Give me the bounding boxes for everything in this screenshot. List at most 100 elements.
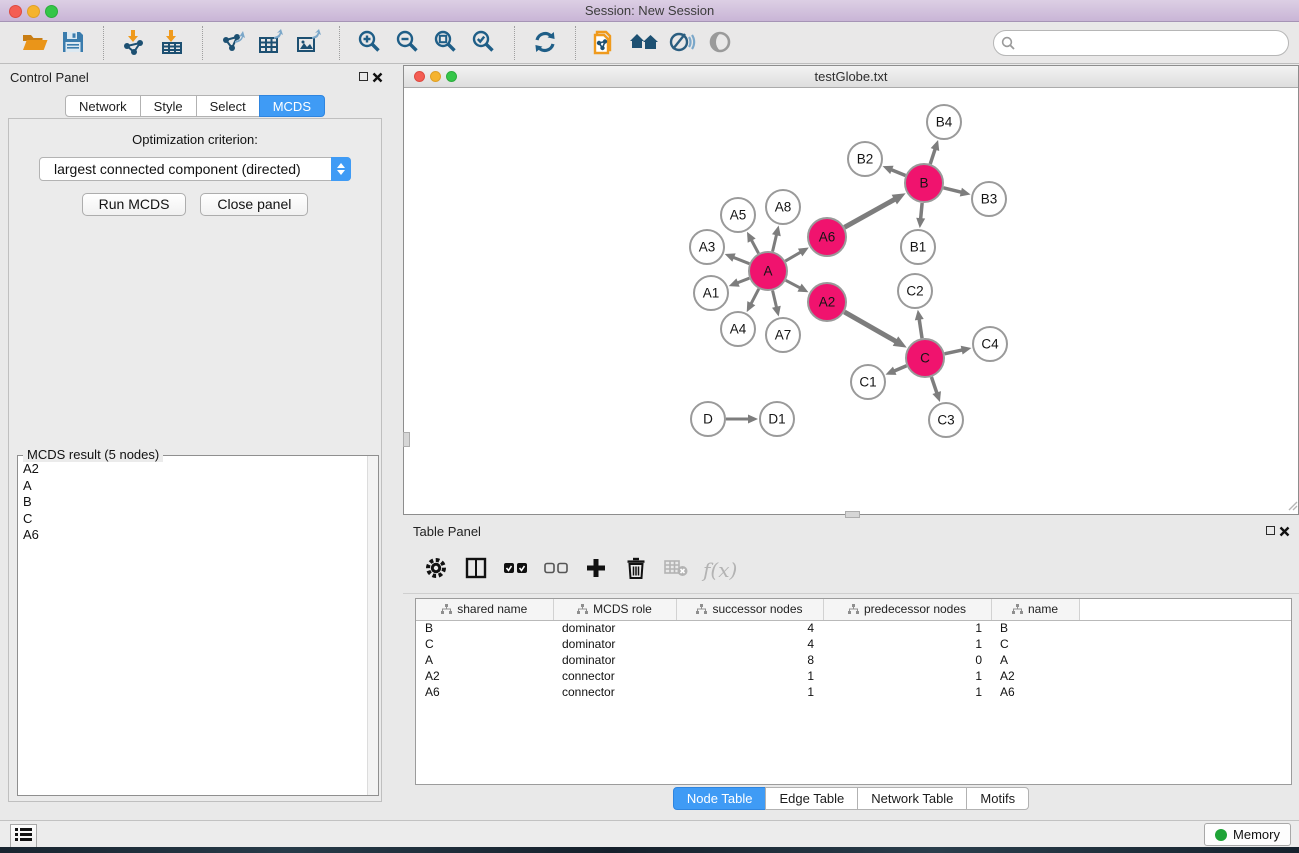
graph-edge[interactable] bbox=[773, 290, 777, 308]
import-table-button[interactable] bbox=[153, 26, 191, 60]
memory-button[interactable]: Memory bbox=[1204, 823, 1291, 846]
graph-edge[interactable] bbox=[919, 318, 922, 338]
float-panel-icon[interactable] bbox=[1266, 526, 1275, 535]
zoom-out-button[interactable] bbox=[389, 26, 427, 60]
delete-rows-button[interactable] bbox=[623, 557, 649, 583]
table-cell-filler bbox=[1079, 668, 1292, 684]
destroy-table-button[interactable] bbox=[663, 557, 689, 583]
graph-edge[interactable] bbox=[943, 188, 962, 193]
graph-edge[interactable] bbox=[890, 169, 905, 175]
table-cell: 8 bbox=[676, 652, 823, 668]
split-panel-button[interactable] bbox=[463, 557, 489, 583]
memory-status-icon bbox=[1215, 829, 1227, 841]
graph-edge[interactable] bbox=[893, 366, 906, 372]
graph-node-label: A7 bbox=[775, 328, 792, 343]
graph-edge[interactable] bbox=[751, 289, 759, 305]
column-header[interactable]: name bbox=[991, 599, 1079, 620]
open-session-button[interactable] bbox=[16, 26, 54, 60]
close-panel-icon[interactable] bbox=[1279, 525, 1290, 536]
table-panel-title: Table Panel bbox=[413, 524, 481, 539]
eye-icon bbox=[707, 29, 733, 58]
control-panel-title: Control Panel bbox=[10, 70, 89, 85]
mcds-result-item[interactable]: B bbox=[23, 494, 378, 511]
task-history-button[interactable] bbox=[10, 824, 37, 848]
tab-network[interactable]: Network bbox=[65, 95, 141, 117]
refresh-layout-button[interactable] bbox=[526, 26, 564, 60]
mcds-result-item[interactable]: A2 bbox=[23, 461, 378, 478]
graph-edge[interactable] bbox=[844, 312, 896, 342]
float-panel-icon[interactable] bbox=[359, 72, 368, 81]
table-row[interactable]: Adominator80A bbox=[416, 652, 1292, 668]
import-network-button[interactable] bbox=[115, 26, 153, 60]
column-header[interactable]: successor nodes bbox=[676, 599, 823, 620]
add-column-button[interactable] bbox=[583, 557, 609, 583]
vertical-splitter-handle[interactable] bbox=[845, 511, 860, 518]
graph-edge[interactable] bbox=[844, 199, 895, 227]
edge-arrowhead-icon bbox=[916, 218, 925, 228]
graph-edge[interactable] bbox=[930, 148, 935, 164]
select-all-button[interactable] bbox=[503, 557, 529, 583]
network-canvas[interactable]: B4B2BB3A5A8A6A3B1AA1C2A2A4A7C4CC1C3DD1 bbox=[404, 88, 1298, 514]
table-row[interactable]: Cdominator41C bbox=[416, 636, 1292, 652]
graph-edge[interactable] bbox=[921, 203, 923, 220]
export-table-button[interactable] bbox=[252, 26, 290, 60]
table-cell: A6 bbox=[991, 684, 1079, 700]
node-table[interactable]: shared nameMCDS rolesuccessor nodesprede… bbox=[415, 598, 1292, 785]
graph-node-label: A6 bbox=[819, 230, 836, 245]
zoom-fit-button[interactable] bbox=[427, 26, 465, 60]
horizontal-splitter-handle[interactable] bbox=[403, 432, 410, 447]
graph-node-label: A4 bbox=[730, 322, 747, 337]
save-session-button[interactable] bbox=[54, 26, 92, 60]
tab-mcds[interactable]: MCDS bbox=[259, 95, 325, 117]
table-cell: connector bbox=[553, 684, 676, 700]
graph-edge[interactable] bbox=[945, 350, 964, 354]
table-settings-button[interactable] bbox=[423, 557, 449, 583]
graph-edge[interactable] bbox=[737, 278, 750, 283]
run-mcds-button[interactable]: Run MCDS bbox=[82, 193, 187, 216]
tab-motifs[interactable]: Motifs bbox=[966, 787, 1029, 810]
graph-edge[interactable] bbox=[773, 234, 777, 252]
graph-edge[interactable] bbox=[751, 239, 759, 253]
resize-grip-icon[interactable] bbox=[1285, 498, 1298, 514]
tab-edge-table[interactable]: Edge Table bbox=[765, 787, 858, 810]
table-cell: A bbox=[991, 652, 1079, 668]
hide-graphics-details-button[interactable] bbox=[663, 26, 701, 60]
search-input[interactable] bbox=[993, 30, 1289, 56]
table-row[interactable]: A6connector11A6 bbox=[416, 684, 1292, 700]
criterion-dropdown[interactable]: largest connected component (directed) bbox=[39, 157, 351, 181]
table-row[interactable]: A2connector11A2 bbox=[416, 668, 1292, 684]
export-network-button[interactable] bbox=[214, 26, 252, 60]
close-panel-button[interactable]: Close panel bbox=[200, 193, 308, 216]
column-header[interactable]: shared name bbox=[416, 599, 553, 620]
column-header-icon bbox=[441, 604, 452, 614]
table-cell: dominator bbox=[553, 620, 676, 636]
result-scrollbar[interactable] bbox=[367, 456, 378, 795]
graph-edge[interactable] bbox=[931, 377, 937, 394]
tab-network-table[interactable]: Network Table bbox=[857, 787, 967, 810]
first-neighbors-button[interactable] bbox=[625, 26, 663, 60]
graph-edge[interactable] bbox=[786, 280, 801, 288]
graph-edge[interactable] bbox=[733, 257, 750, 264]
tab-style[interactable]: Style bbox=[140, 95, 197, 117]
zoom-selected-button[interactable] bbox=[465, 26, 503, 60]
table-cell-filler bbox=[1079, 636, 1292, 652]
tab-node-table[interactable]: Node Table bbox=[673, 787, 767, 810]
table-row[interactable]: Bdominator41B bbox=[416, 620, 1292, 636]
mcds-result-list[interactable]: A2ABCA6 bbox=[18, 456, 378, 795]
deselect-all-button[interactable] bbox=[543, 557, 569, 583]
column-header[interactable]: MCDS role bbox=[553, 599, 676, 620]
table-cell: dominator bbox=[553, 636, 676, 652]
column-header[interactable]: predecessor nodes bbox=[823, 599, 991, 620]
tab-select[interactable]: Select bbox=[196, 95, 260, 117]
export-image-button[interactable] bbox=[290, 26, 328, 60]
function-builder-button[interactable]: f(x) bbox=[703, 558, 737, 582]
level-of-detail-button[interactable] bbox=[701, 26, 739, 60]
import-network-icon bbox=[121, 29, 147, 58]
mcds-result-item[interactable]: A bbox=[23, 478, 378, 495]
new-network-from-selection-button[interactable] bbox=[587, 26, 625, 60]
graph-edge[interactable] bbox=[785, 252, 801, 261]
mcds-result-item[interactable]: A6 bbox=[23, 527, 378, 544]
zoom-in-button[interactable] bbox=[351, 26, 389, 60]
mcds-result-item[interactable]: C bbox=[23, 511, 378, 528]
close-panel-icon[interactable] bbox=[372, 71, 383, 82]
